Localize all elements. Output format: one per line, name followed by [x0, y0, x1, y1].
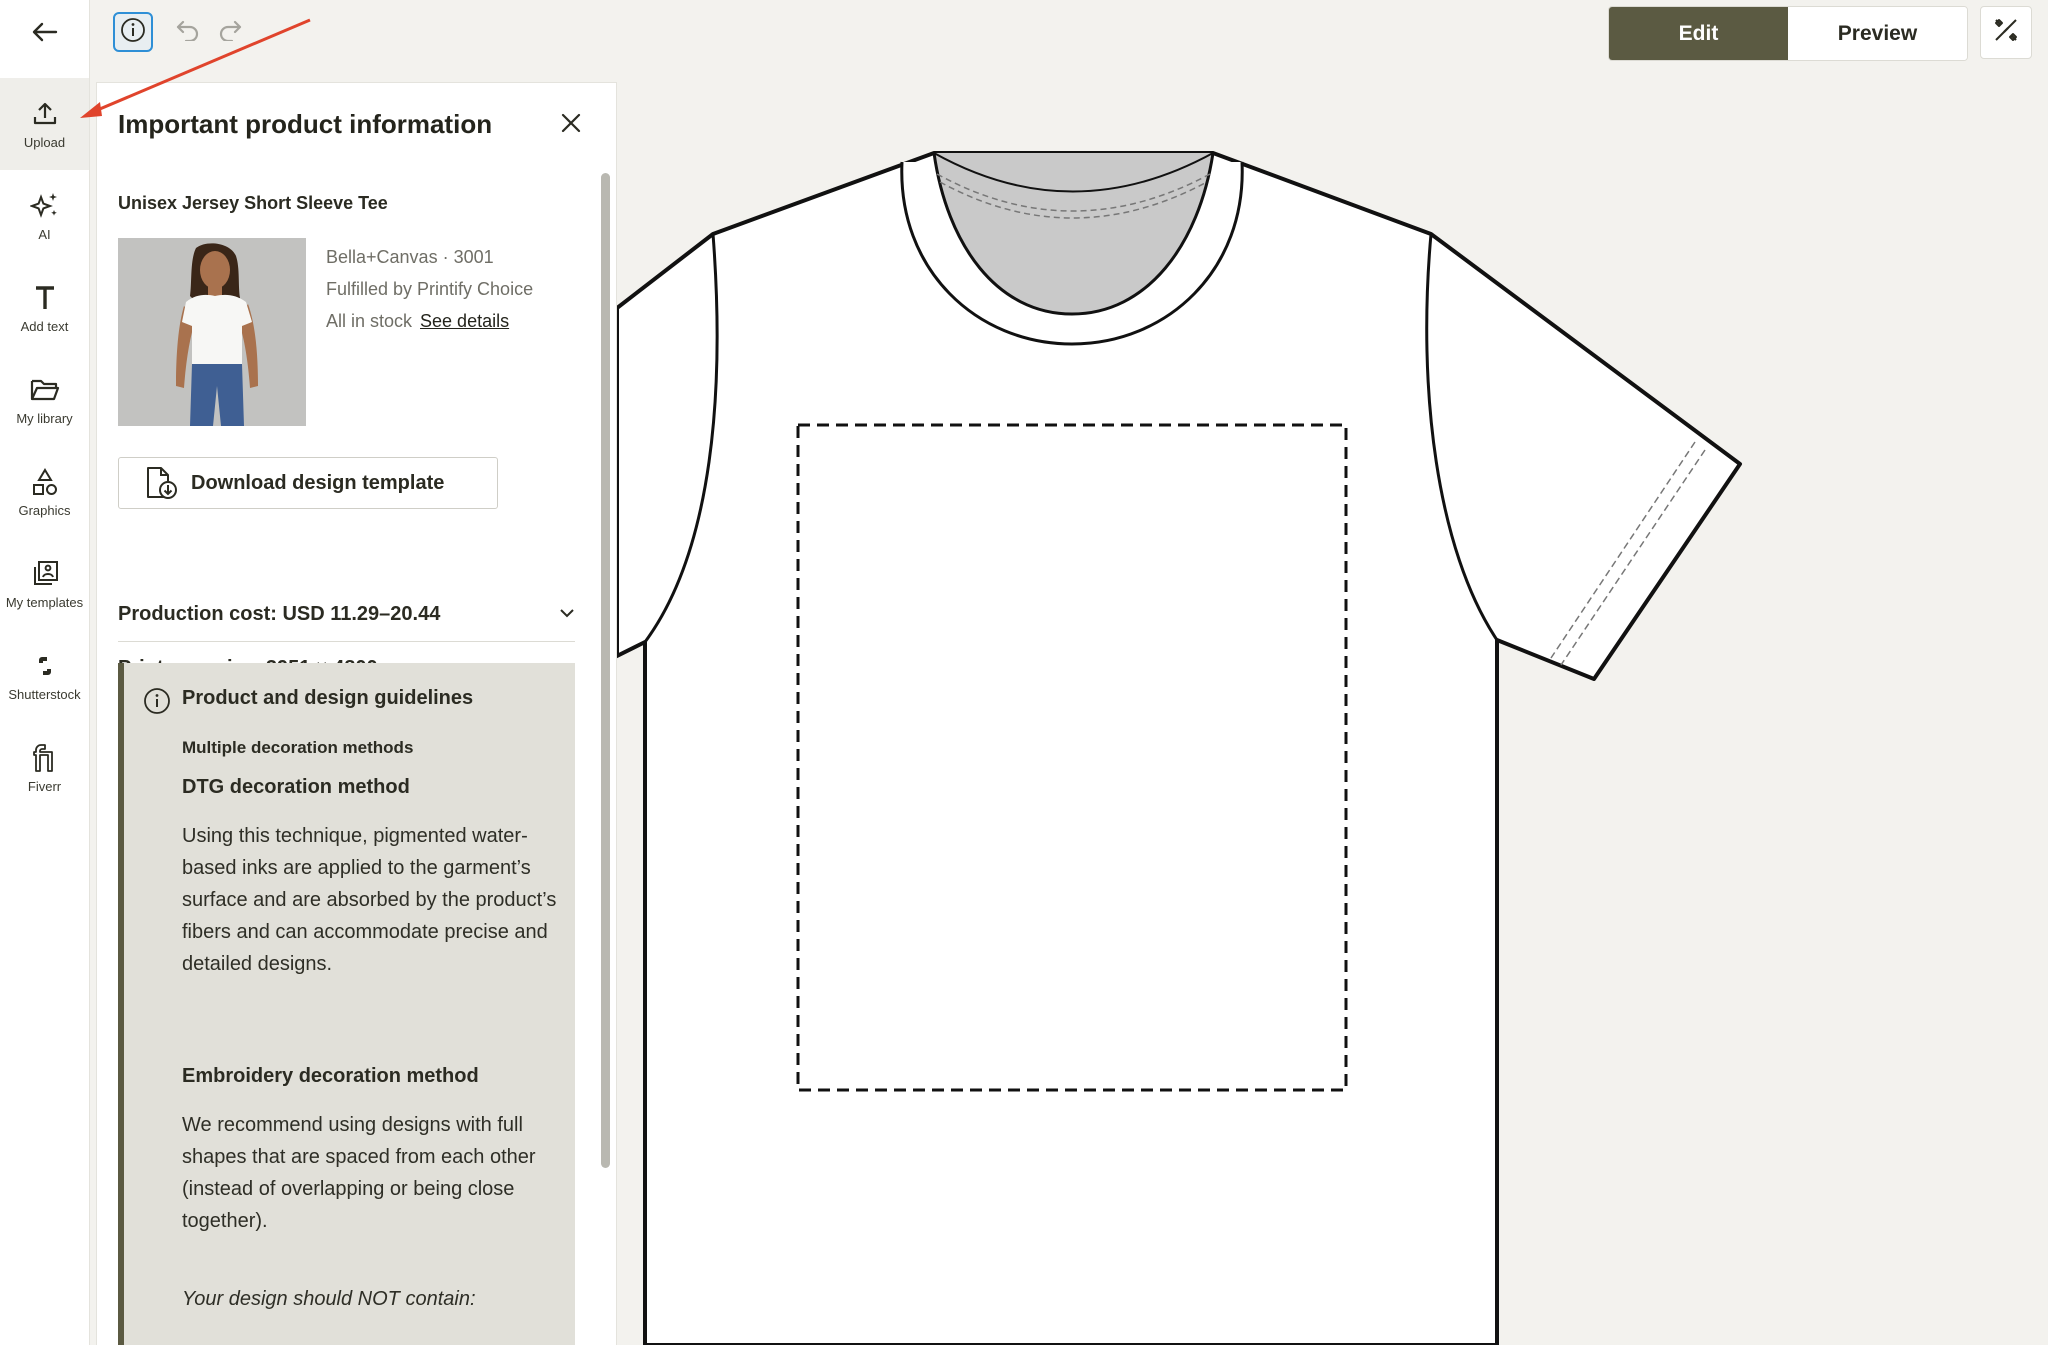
guidelines-subtitle: Multiple decoration methods [182, 738, 414, 757]
dtg-text: Using this technique, pigmented water-ba… [182, 825, 557, 975]
shapes-icon [30, 467, 60, 497]
tools-button[interactable] [1980, 6, 2032, 59]
fiverr-icon [30, 743, 60, 773]
embroidery-heading: Embroidery decoration method [182, 1065, 479, 1087]
should-not-text: Your design should NOT contain: [182, 1288, 476, 1310]
scrollbar-thumb[interactable] [601, 173, 610, 1168]
production-cost-accordion[interactable]: Production cost: USD 11.29–20.44 [118, 587, 575, 642]
see-details-link[interactable]: See details [420, 311, 509, 331]
fulfillment-text: Fulfilled by Printify Choice [326, 279, 534, 299]
edit-button[interactable]: Edit [1609, 7, 1788, 60]
guidelines-title: Product and design guidelines [182, 687, 474, 709]
rail-label: Shutterstock [8, 686, 81, 702]
tools-icon [1992, 16, 2020, 49]
download-template-button[interactable]: Download design template [118, 457, 498, 509]
dtg-heading: DTG decoration method [182, 776, 410, 798]
close-button[interactable] [557, 111, 585, 139]
product-name: Unisex Jersey Short Sleeve Tee [118, 193, 388, 213]
rail-add-text[interactable]: Add text [0, 262, 89, 354]
info-icon [143, 687, 171, 720]
stock-text: All in stock [326, 311, 413, 331]
brand-model: Bella+Canvas · 3001 [326, 247, 494, 267]
folder-icon [30, 375, 60, 405]
text-icon [30, 283, 60, 313]
arrow-left-icon [32, 22, 58, 47]
stock-status: All in stock See details [326, 311, 509, 332]
rail-label: My library [16, 410, 73, 426]
annotation-arrow [80, 18, 311, 118]
tshirt-outline [617, 151, 1742, 1345]
rail-fiverr[interactable]: Fiverr [0, 722, 89, 814]
rail-my-templates[interactable]: My templates [0, 538, 89, 630]
rail-label: AI [38, 226, 51, 242]
tshirt-canvas[interactable] [617, 130, 1757, 1345]
rail-label: Upload [23, 134, 66, 150]
upload-icon [30, 99, 60, 129]
left-rail: Upload AI Add text My library Graphics M… [0, 0, 90, 1345]
mode-toggle: Edit Preview [1608, 6, 1968, 61]
download-label: Download design template [191, 471, 445, 494]
rail-label: My templates [5, 594, 84, 610]
rail-ai[interactable]: AI [0, 170, 89, 262]
guidelines-box: Product and design guidelines Multiple d… [118, 663, 575, 1345]
rail-label: Add text [20, 318, 69, 334]
embroidery-text: We recommend using designs with full sha… [182, 1114, 536, 1232]
rail-shutterstock[interactable]: Shutterstock [0, 630, 89, 722]
rail-my-library[interactable]: My library [0, 354, 89, 446]
sparkle-icon [29, 191, 60, 221]
chevron-down-icon [559, 605, 575, 623]
production-cost-label: Production cost: USD 11.29–20.44 [118, 602, 441, 625]
product-image [118, 238, 306, 426]
file-download-icon [143, 465, 179, 501]
product-info-panel: Important product information Unisex Jer… [96, 82, 617, 1345]
templates-icon [30, 559, 60, 589]
rail-label: Graphics [18, 502, 71, 518]
rail-graphics[interactable]: Graphics [0, 446, 89, 538]
close-icon [560, 112, 582, 139]
rail-label: Fiverr [27, 778, 62, 794]
shutterstock-icon [30, 651, 60, 681]
preview-button[interactable]: Preview [1788, 7, 1967, 60]
